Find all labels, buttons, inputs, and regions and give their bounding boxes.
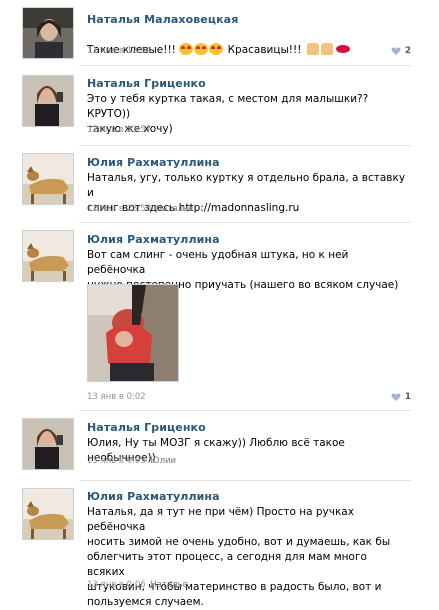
attached-photo[interactable] (87, 284, 179, 382)
comment-time[interactable]: 13 янв в 0:03 (87, 456, 146, 466)
heart-eyes-emoji-icon (179, 43, 194, 55)
avatar[interactable] (22, 7, 74, 59)
comment-time[interactable]: 13 янв в 0:02 (87, 392, 146, 402)
avatar[interactable] (22, 418, 74, 470)
comment-meta: 13 янв в 0:03 Юлии (87, 456, 176, 466)
comment-time[interactable]: 11 янв в 12:14 (87, 46, 151, 56)
comment: Юлия Рахматуллина Наталья, да я тут не п… (0, 480, 439, 608)
thumbs-up-icon (320, 43, 333, 55)
comment: Наталья Гриценко Это у тебя куртка такая… (0, 66, 439, 145)
reply-to-link[interactable]: Юлии (150, 456, 176, 466)
comment-meta: 12 янв в 23:58 Наталье (87, 204, 193, 214)
avatar[interactable] (22, 230, 74, 282)
comments-feed: Наталья Малаховецкая Такие клевые!!! Кра… (0, 0, 439, 608)
comment: Наталья Малаховецкая Такие клевые!!! Кра… (0, 0, 439, 66)
kiss-lips-icon (335, 45, 350, 53)
comment: Наталья Гриценко Юлия, Ну ты МОЗГ я скаж… (0, 410, 439, 482)
avatar[interactable] (22, 488, 74, 540)
comment-text-part: Красавицы!!! (224, 44, 305, 56)
reply-to-link[interactable]: Наталье (156, 204, 193, 214)
like-button[interactable]: 2 (391, 46, 411, 56)
comment-time[interactable]: 13 янв в 0:06 (87, 580, 146, 590)
comment-time[interactable]: 12 янв в 23:57 (87, 125, 151, 135)
like-button[interactable]: 1 (391, 392, 411, 402)
author-name[interactable]: Юлия Рахматуллина (87, 490, 220, 503)
comment-meta: 12 янв в 23:57 (87, 125, 151, 135)
avatar[interactable] (22, 153, 74, 205)
heart-eyes-emoji-icon (194, 43, 209, 55)
comment-meta: 13 янв в 0:06 Наталье (87, 580, 188, 590)
reply-to-link[interactable]: Наталье (150, 580, 187, 590)
heart-eyes-emoji-icon (209, 43, 224, 55)
avatar[interactable] (22, 75, 74, 127)
author-name[interactable]: Наталья Гриценко (87, 421, 206, 434)
author-name[interactable]: Юлия Рахматуллина (87, 156, 220, 169)
heart-icon (391, 47, 401, 55)
like-count: 1 (404, 392, 411, 402)
comment: Юлия Рахматуллина Наталья, угу, только к… (0, 145, 439, 222)
comment-meta: 11 янв в 12:14 (87, 46, 151, 56)
like-count: 2 (404, 46, 411, 56)
thumbs-up-icon (306, 43, 319, 55)
author-name[interactable]: Наталья Малаховецкая (87, 13, 238, 26)
comment-time[interactable]: 12 янв в 23:58 (87, 204, 151, 214)
comment-text: Наталья, да я тут не при чём) Просто на … (87, 506, 391, 608)
author-name[interactable]: Юлия Рахматуллина (87, 233, 220, 246)
comment-meta: 13 янв в 0:02 (87, 392, 146, 402)
comment: Юлия Рахматуллина Вот сам слинг - очень … (0, 222, 439, 410)
author-name[interactable]: Наталья Гриценко (87, 77, 206, 90)
heart-icon (391, 393, 401, 401)
